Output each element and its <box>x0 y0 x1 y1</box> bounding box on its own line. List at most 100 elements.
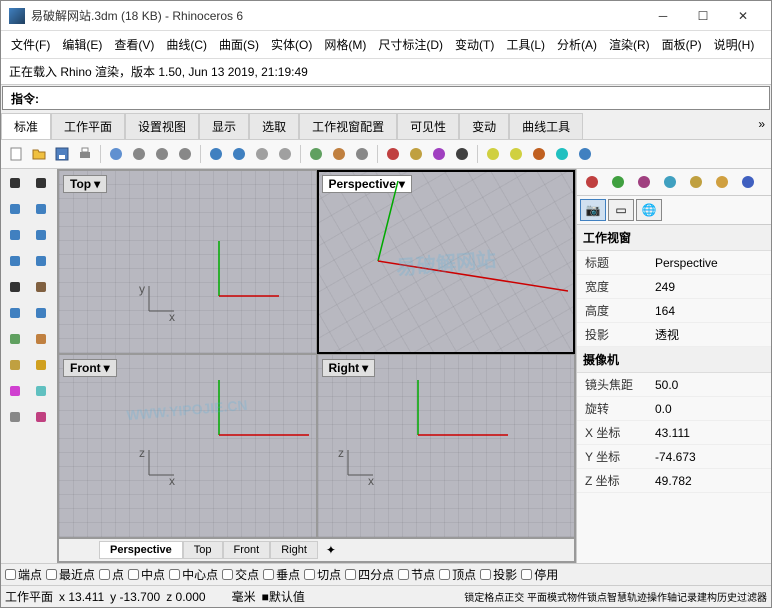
panel-edit-icon[interactable] <box>684 172 708 192</box>
tab-显示[interactable]: 显示 <box>199 113 249 139</box>
property-value[interactable]: 249 <box>647 275 771 299</box>
osnap-顶点[interactable]: 顶点 <box>439 566 476 583</box>
command-input[interactable] <box>43 89 761 107</box>
panel-cyan-icon[interactable] <box>658 172 682 192</box>
redo-button[interactable] <box>228 143 250 165</box>
menu-渲染[interactable]: 渲染(R) <box>603 33 656 56</box>
osnap-点[interactable]: 点 <box>99 566 124 583</box>
osnap-端点-checkbox[interactable] <box>5 569 16 580</box>
tab-工作平面[interactable]: 工作平面 <box>51 113 125 139</box>
property-value[interactable]: 透视 <box>647 323 771 347</box>
open-button[interactable] <box>28 143 50 165</box>
property-value[interactable]: 50.0 <box>647 373 771 397</box>
panel-blue-icon[interactable] <box>736 172 760 192</box>
fill-tool[interactable] <box>29 379 53 403</box>
osnap-垂点-checkbox[interactable] <box>263 569 274 580</box>
property-value[interactable]: 0.0 <box>647 397 771 421</box>
vptab-top[interactable]: Top <box>183 541 223 559</box>
osnap-节点-checkbox[interactable] <box>398 569 409 580</box>
minimize-button[interactable]: ─ <box>643 2 683 30</box>
extrude-tool[interactable] <box>3 327 27 351</box>
help-button[interactable] <box>574 143 596 165</box>
menu-曲面[interactable]: 曲面(S) <box>213 33 265 56</box>
cam-button[interactable] <box>451 143 473 165</box>
command-line[interactable]: 指令: <box>2 86 770 110</box>
property-value[interactable]: -74.673 <box>647 445 771 469</box>
text-tool[interactable] <box>3 275 27 299</box>
tab-选取[interactable]: 选取 <box>249 113 299 139</box>
arc-tool[interactable] <box>29 223 53 247</box>
burst-tool[interactable] <box>29 353 53 377</box>
lasso-tool[interactable] <box>29 171 53 195</box>
osnap-中点[interactable]: 中点 <box>128 566 165 583</box>
tab-工作视窗配置[interactable]: 工作视窗配置 <box>299 113 397 139</box>
add-viewport-button[interactable]: ✦ <box>318 541 344 559</box>
mode-camera-button[interactable]: 📷 <box>580 199 606 221</box>
tab-标准[interactable]: 标准 <box>1 113 51 139</box>
viewport-front[interactable]: Front▾ zx WWW.YIPOJIE.CN <box>59 355 316 537</box>
property-row[interactable]: Y 坐标-74.673 <box>577 445 771 469</box>
polyline-tool[interactable] <box>29 197 53 221</box>
undo-button[interactable] <box>205 143 227 165</box>
viewport-top[interactable]: Top▾ yx <box>59 171 316 353</box>
puzzle-tool[interactable] <box>3 353 27 377</box>
menu-网格[interactable]: 网格(M) <box>318 33 372 56</box>
panel-teal-icon[interactable] <box>632 172 656 192</box>
viewport-top-label[interactable]: Top▾ <box>63 175 107 193</box>
status-flags[interactable]: 锁定格点正交 平面模式物件锁点智慧轨迹操作轴记录建构历史过滤器 <box>464 589 767 604</box>
osnap-垂点[interactable]: 垂点 <box>263 566 300 583</box>
viewport-perspective[interactable]: Perspective▾ 易破解网站 <box>318 171 575 353</box>
menu-实体[interactable]: 实体(O) <box>265 33 318 56</box>
close-button[interactable]: ✕ <box>723 2 763 30</box>
ungroup-button[interactable] <box>328 143 350 165</box>
menu-曲线[interactable]: 曲线(C) <box>160 33 213 56</box>
rotate-button[interactable] <box>274 143 296 165</box>
mode-rect-button[interactable]: ▭ <box>608 199 634 221</box>
poly-tool[interactable] <box>29 249 53 273</box>
property-row[interactable]: 镜头焦距50.0 <box>577 373 771 397</box>
panel-button[interactable] <box>351 143 373 165</box>
osnap-顶点-checkbox[interactable] <box>439 569 450 580</box>
property-row[interactable]: 旋转0.0 <box>577 397 771 421</box>
bulb-button[interactable] <box>482 143 504 165</box>
vptab-right[interactable]: Right <box>270 541 318 559</box>
property-row[interactable]: 高度164 <box>577 299 771 323</box>
tab-设置视图[interactable]: 设置视图 <box>125 113 199 139</box>
car-button[interactable] <box>382 143 404 165</box>
osnap-四分点[interactable]: 四分点 <box>345 566 394 583</box>
menu-文件[interactable]: 文件(F) <box>5 33 56 56</box>
osnap-交点-checkbox[interactable] <box>222 569 233 580</box>
property-row[interactable]: 宽度249 <box>577 275 771 299</box>
status-plane[interactable]: 工作平面 <box>5 588 53 605</box>
osnap-四分点-checkbox[interactable] <box>345 569 356 580</box>
menu-变动[interactable]: 变动(T) <box>449 33 500 56</box>
menu-查看[interactable]: 查看(V) <box>108 33 160 56</box>
property-row[interactable]: Z 坐标49.782 <box>577 469 771 493</box>
osnap-切点-checkbox[interactable] <box>304 569 315 580</box>
group-button[interactable] <box>305 143 327 165</box>
osnap-点-checkbox[interactable] <box>99 569 110 580</box>
save-button[interactable] <box>51 143 73 165</box>
panel-folder-icon[interactable] <box>710 172 734 192</box>
bulb2-button[interactable] <box>505 143 527 165</box>
tabs-overflow[interactable]: » <box>752 113 771 139</box>
property-value[interactable]: 164 <box>647 299 771 323</box>
layers-button[interactable] <box>405 143 427 165</box>
print-button[interactable] <box>74 143 96 165</box>
new-button[interactable] <box>5 143 27 165</box>
dim-tool[interactable] <box>29 275 53 299</box>
circ-button[interactable] <box>551 143 573 165</box>
osnap-中心点[interactable]: 中心点 <box>169 566 218 583</box>
osnap-停用[interactable]: 停用 <box>521 566 558 583</box>
property-row[interactable]: X 坐标43.111 <box>577 421 771 445</box>
menu-工具[interactable]: 工具(L) <box>500 33 551 56</box>
queue-tool[interactable] <box>3 405 27 429</box>
vptab-front[interactable]: Front <box>223 541 271 559</box>
osnap-切点[interactable]: 切点 <box>304 566 341 583</box>
vptab-perspective[interactable]: Perspective <box>99 541 183 559</box>
menu-尺寸标注[interactable]: 尺寸标注(D) <box>372 33 449 56</box>
property-row[interactable]: 投影透视 <box>577 323 771 347</box>
osnap-停用-checkbox[interactable] <box>521 569 532 580</box>
menu-说明[interactable]: 说明(H) <box>708 33 761 56</box>
viewport-front-label[interactable]: Front▾ <box>63 359 117 377</box>
